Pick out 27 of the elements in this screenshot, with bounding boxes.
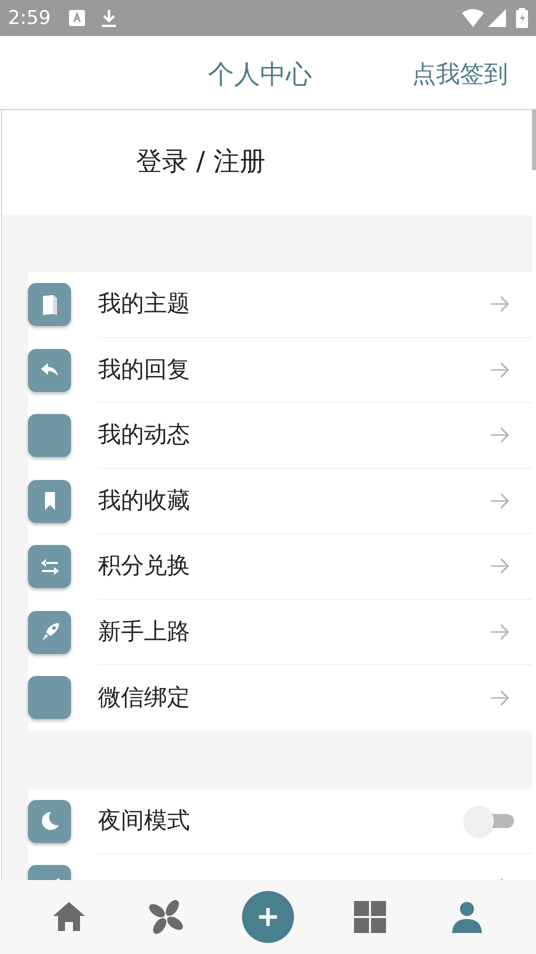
page-title: 个人中心 (208, 59, 312, 92)
menu-icon-tile (28, 676, 71, 720)
arrow-right-icon (490, 690, 510, 706)
arrow-right-icon (490, 624, 510, 640)
arrow-right-icon (490, 558, 510, 574)
keyboard-icon (68, 10, 85, 26)
arrow-right-icon (490, 296, 510, 312)
plus-icon (258, 907, 278, 927)
arrow-right-icon (490, 362, 510, 378)
arrow-right-icon (490, 492, 510, 509)
menu-item-label[interactable]: 我的动态 (98, 418, 490, 452)
menu-item-label[interactable]: 我的回复 (98, 352, 490, 387)
menu-item-label[interactable]: 夜间模式 (98, 804, 464, 838)
wifi-icon (462, 9, 484, 27)
menu-item-label[interactable]: 我的收藏 (98, 484, 490, 518)
menu-item-label[interactable]: 微信绑定 (98, 680, 490, 715)
arrow-right-icon (490, 427, 510, 444)
status-time: 2:59 (8, 6, 51, 31)
menu-icon-tile (28, 414, 71, 458)
login-register-link[interactable]: 登录 / 注册 (136, 143, 266, 182)
menu-item-label[interactable]: 新手上路 (98, 614, 490, 649)
menu-item-label[interactable]: 积分兑换 (98, 549, 490, 584)
download-icon (100, 9, 117, 27)
battery-icon (516, 8, 528, 28)
signal-icon (488, 9, 506, 27)
sign-in-button[interactable]: 点我签到 (412, 56, 508, 92)
menu-item-label[interactable]: 我的主题 (98, 287, 490, 322)
